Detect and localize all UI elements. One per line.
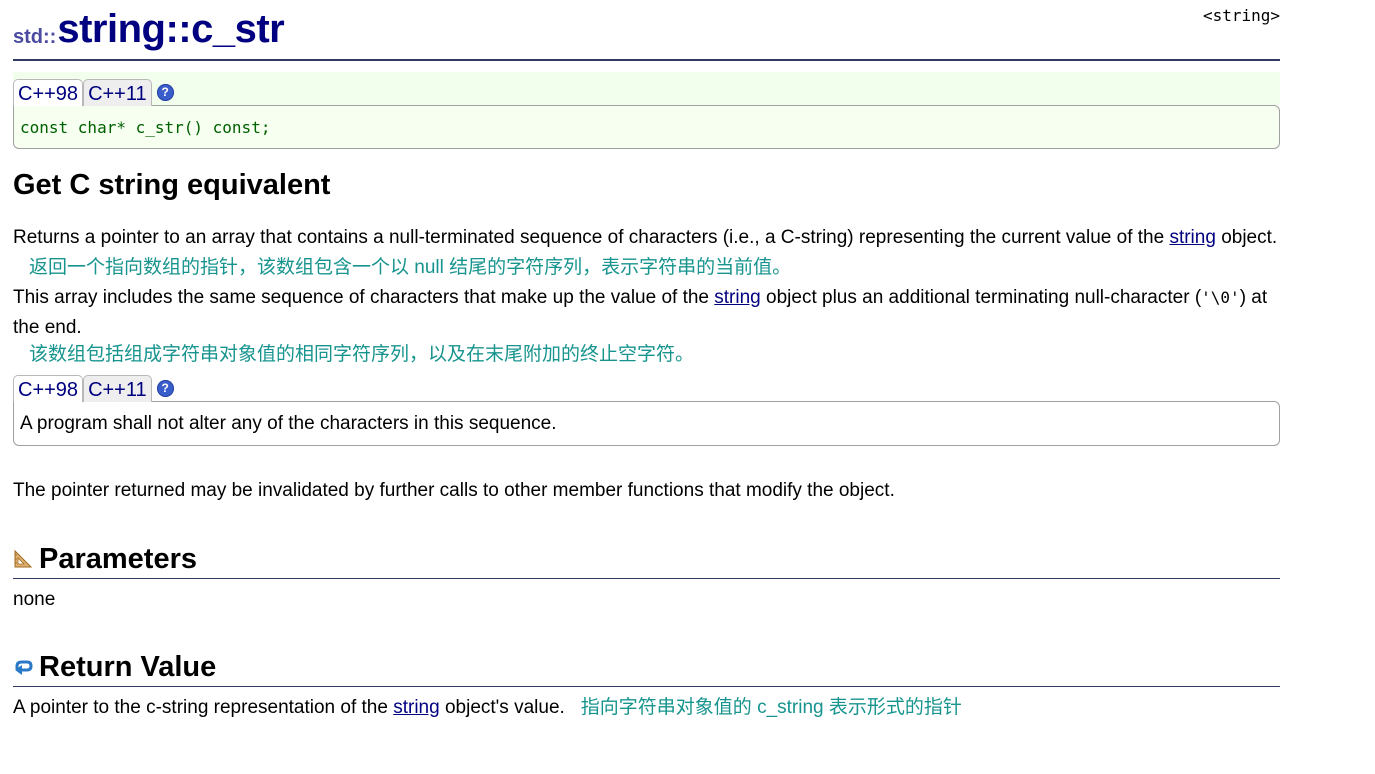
return-value-header: Return Value (13, 651, 1280, 687)
main-heading: Get C string equivalent (13, 169, 331, 201)
namespace-label: std:: (13, 26, 57, 48)
note-tabs: C++98 C++11 ? (13, 375, 174, 402)
return-before: A pointer to the c-string representation… (13, 697, 394, 718)
page: <string> std:: string::c_str C++98 C++11… (13, 0, 1280, 723)
string-link-3[interactable]: string (393, 697, 439, 718)
description-paragraph-1: Returns a pointer to an array that conta… (13, 223, 1280, 253)
prototype-tabs: C++98 C++11 ? (13, 79, 174, 106)
return-arrow-icon (15, 660, 33, 675)
parameters-header: Parameters (13, 543, 1280, 579)
para1-after: object. (1215, 227, 1278, 248)
description-cn-2: 该数组包括组成字符串对象值的相同字符序列，以及在末尾附加的终止空字符。 (29, 344, 695, 365)
note-help-icon[interactable]: ? (156, 380, 174, 397)
description-paragraph-3: The pointer returned may be invalidated … (13, 480, 895, 501)
tab-cpp98[interactable]: C++98 (13, 79, 84, 106)
parameters-body: none (13, 589, 56, 610)
para1-before: Returns a pointer to an array that conta… (13, 227, 1170, 248)
para2-after: object plus an additional terminating nu… (760, 287, 1202, 308)
return-after: object's value. (439, 697, 565, 718)
return-value-body: A pointer to the c-string representation… (13, 693, 1280, 723)
prototype-tabs-bar: C++98 C++11 ? (13, 72, 1280, 106)
note-box: A program shall not alter any of the cha… (13, 401, 1280, 446)
note-tab-cpp98[interactable]: C++98 (13, 375, 84, 402)
parameters-heading: Parameters (39, 542, 197, 575)
para2-before: This array includes the same sequence of… (13, 287, 715, 308)
tab-cpp11[interactable]: C++11 (83, 79, 152, 106)
header-tag: <string> (1202, 6, 1280, 25)
note-tabs-bar: C++98 C++11 ? (13, 371, 1280, 402)
string-link-1[interactable]: string (1169, 227, 1215, 248)
null-char-code: '\0' (1201, 288, 1240, 307)
return-value-cn: 指向字符串对象值的 c_string 表示形式的指针 (580, 697, 962, 718)
page-title: string::c_str (57, 7, 285, 51)
triangle-ruler-icon (14, 549, 33, 567)
note-text: A program shall not alter any of the cha… (20, 412, 557, 434)
description-cn-1: 返回一个指向数组的指针，该数组包含一个以 null 结尾的字符序列，表示字符串的… (29, 257, 792, 278)
title-row: std:: string::c_str (13, 0, 1280, 61)
prototype-code: const char* c_str() const; (20, 117, 271, 137)
help-icon[interactable]: ? (156, 84, 174, 101)
description-paragraph-2: This array includes the same sequence of… (13, 283, 1280, 343)
return-value-heading: Return Value (39, 650, 217, 683)
prototype-box: const char* c_str() const; (13, 105, 1280, 149)
string-link-2[interactable]: string (714, 287, 760, 308)
note-tab-cpp11[interactable]: C++11 (83, 375, 152, 402)
